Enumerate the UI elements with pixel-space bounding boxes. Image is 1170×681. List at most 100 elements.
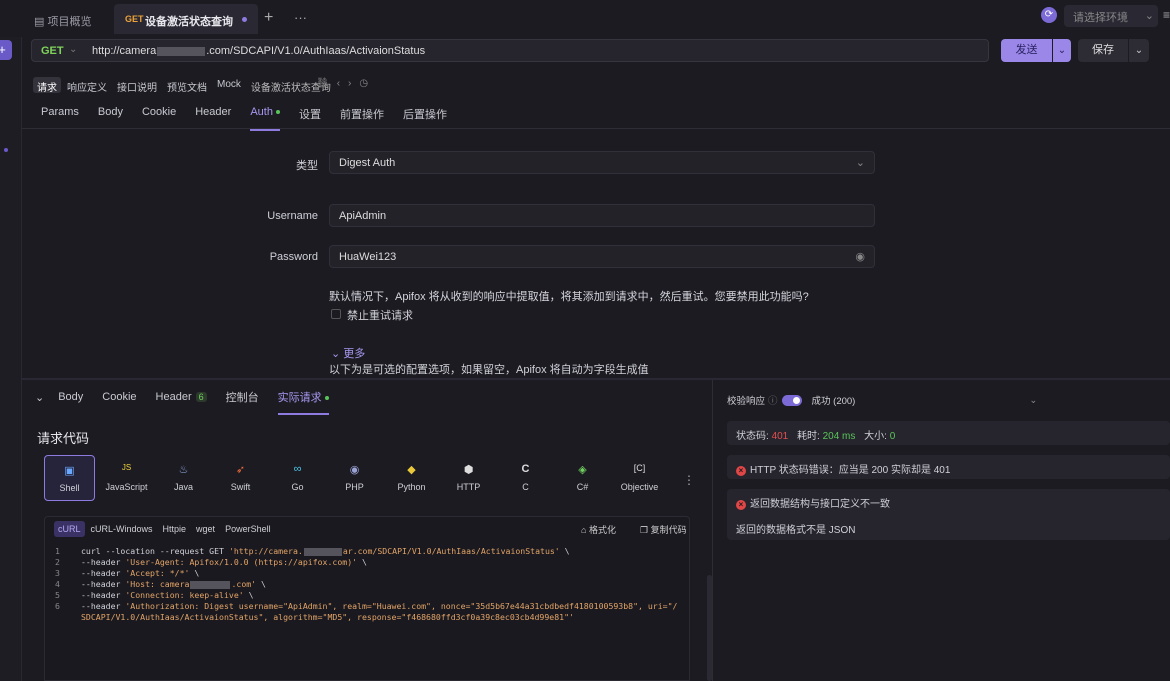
tab-header[interactable]: Header xyxy=(195,106,231,130)
url-bar[interactable]: GET ⌄ http://camera .com/SDCAPI/V1.0/Auth… xyxy=(31,39,989,62)
javascript-icon: JS xyxy=(121,463,132,472)
line-number: 6 xyxy=(55,601,60,611)
code-line: 4 --header 'Host: camera .com' \ xyxy=(55,579,266,589)
tab-res-cookie[interactable]: Cookie xyxy=(102,391,136,412)
save-dropdown-icon[interactable]: ⌄ xyxy=(1129,39,1149,62)
validate-response-row: 校验响应 ⓘ 成功 (200) ⌄ xyxy=(727,393,1037,407)
more-toggle[interactable]: ⌄ 更多 xyxy=(331,345,365,361)
variant-wget[interactable]: wget xyxy=(192,521,219,537)
chevron-down-icon[interactable]: ⌄ xyxy=(69,44,77,55)
tab-cookie[interactable]: Cookie xyxy=(142,106,176,130)
tab-pre-ops[interactable]: 前置操作 xyxy=(340,106,384,130)
send-button[interactable]: 发送 xyxy=(1001,39,1052,62)
copy-code-button[interactable]: ❐ 复制代码 xyxy=(640,523,687,536)
code-string: .com' xyxy=(231,579,257,589)
lang-go[interactable]: ∞ Go xyxy=(272,455,323,501)
variant-curl-windows[interactable]: cURL-Windows xyxy=(87,521,157,537)
lang-csharp[interactable]: ◈ C# xyxy=(557,455,608,501)
line-number: 4 xyxy=(55,579,60,589)
save-button[interactable]: 保存 xyxy=(1078,39,1128,62)
help-icon[interactable]: ⓘ xyxy=(768,393,778,407)
tab-settings[interactable]: 设置 xyxy=(299,106,321,130)
variant-powershell[interactable]: PowerShell xyxy=(221,521,275,537)
lang-http[interactable]: ⬢ HTTP xyxy=(443,455,494,501)
environment-select[interactable]: 请选择环境 ⌄ xyxy=(1064,5,1158,27)
tab-console[interactable]: 控制台 xyxy=(226,389,259,414)
lang-java[interactable]: ♨ Java xyxy=(158,455,209,501)
format-label: 格式化 xyxy=(588,525,616,535)
size-label: 大小: xyxy=(864,431,887,442)
disable-retry-label[interactable]: 禁止重试请求 xyxy=(347,307,413,323)
code-line: 3 --header 'Accept: */*' \ xyxy=(55,568,199,578)
tab-actual-request[interactable]: 实际请求 xyxy=(277,389,329,415)
format-icon: ⌂ xyxy=(581,525,587,535)
more-label: 更多 xyxy=(343,348,366,360)
param-tabs: Params Body Cookie Header Auth 设置 前置操作 后… xyxy=(41,106,466,131)
top-tab-bar: ▤ 项目概览 GET 设备激活状态查询 + ··· ⟳ 请选择环境 ⌄ ≡ xyxy=(0,0,1170,37)
go-icon: ∞ xyxy=(293,463,302,475)
more-languages-icon[interactable]: ⋮ xyxy=(683,473,695,487)
lang-shell[interactable]: ▣ Shell xyxy=(44,455,95,501)
subtab-mock[interactable]: Mock xyxy=(213,77,245,93)
lang-label: PHP xyxy=(345,482,364,492)
lang-python[interactable]: ◆ Python xyxy=(386,455,437,501)
link-icon[interactable]: ⛓ xyxy=(316,78,337,89)
variant-httpie[interactable]: Httpie xyxy=(159,521,191,537)
http-icon: ⬢ xyxy=(463,464,474,476)
tab-body[interactable]: Body xyxy=(98,106,123,130)
env-sync-icon[interactable]: ⟳ xyxy=(1041,7,1057,23)
subtab-response-def[interactable]: 响应定义 xyxy=(63,77,111,94)
tab-res-body[interactable]: Body xyxy=(58,391,83,412)
lang-label: C xyxy=(522,482,529,492)
add-button[interactable]: + xyxy=(0,40,12,60)
sidebar-dot-icon xyxy=(4,148,8,152)
lang-php[interactable]: ◉ PHP xyxy=(329,455,380,501)
subtab-api-desc[interactable]: 接口说明 xyxy=(113,77,161,94)
chevron-down-icon[interactable]: ⌄ xyxy=(1029,395,1037,406)
subtab-preview-doc[interactable]: 预览文档 xyxy=(163,77,211,94)
collapse-chevron-icon[interactable]: ⌄ xyxy=(35,391,44,413)
vertical-splitter[interactable] xyxy=(712,380,713,681)
lang-objective[interactable]: [C] Objective xyxy=(614,455,665,501)
eye-icon[interactable]: ◉ xyxy=(855,250,865,263)
code-line: 2 --header 'User-Agent: Apifox/1.0.0 (htt… xyxy=(55,557,367,567)
auth-type-value: Digest Auth xyxy=(339,157,396,169)
code-icon[interactable]: ‹› xyxy=(337,78,360,89)
active-dot-icon xyxy=(275,110,280,115)
tab-post-ops[interactable]: 后置操作 xyxy=(403,106,447,130)
validate-toggle[interactable] xyxy=(781,394,802,406)
history-icon[interactable]: ◷ xyxy=(359,78,376,89)
username-field[interactable]: ApiAdmin xyxy=(329,204,875,227)
more-tabs-icon[interactable]: ··· xyxy=(294,10,307,25)
tab-auth[interactable]: Auth xyxy=(250,106,280,131)
tab-project-overview[interactable]: ▤ 项目概览 xyxy=(34,13,91,29)
left-sidebar-strip xyxy=(0,37,22,681)
python-icon: ◆ xyxy=(407,464,416,476)
code-text: \ xyxy=(189,568,200,578)
new-tab-plus-icon[interactable]: + xyxy=(264,9,273,27)
tab-active-request[interactable]: GET 设备激活状态查询 xyxy=(114,4,258,34)
csharp-icon: ◈ xyxy=(578,464,587,476)
lang-c[interactable]: CC xyxy=(500,455,551,501)
lang-label: Go xyxy=(291,482,304,492)
tab-res-header-label: Header xyxy=(155,391,192,403)
tab-res-header[interactable]: Header 6 xyxy=(156,391,207,412)
lang-label: Objective xyxy=(620,482,659,492)
menu-icon[interactable]: ≡ xyxy=(1163,8,1170,22)
line-number: 2 xyxy=(55,557,60,567)
username-value: ApiAdmin xyxy=(339,210,387,222)
password-field[interactable]: HuaWei123 ◉ xyxy=(329,245,875,268)
variant-curl[interactable]: cURL xyxy=(54,521,85,537)
send-dropdown-icon[interactable]: ⌄ xyxy=(1053,39,1071,62)
disable-retry-checkbox[interactable] xyxy=(331,309,341,319)
url-input[interactable]: http://camera .com/SDCAPI/V1.0/AuthIaas/A… xyxy=(92,45,425,57)
password-value: HuaWei123 xyxy=(339,251,397,263)
lang-swift[interactable]: ➶ Swift xyxy=(215,455,266,501)
panel-splitter[interactable] xyxy=(22,378,1170,380)
tab-params[interactable]: Params xyxy=(41,106,79,130)
method-select[interactable]: GET xyxy=(41,45,64,57)
format-button[interactable]: ⌂ 格式化 xyxy=(581,523,616,536)
lang-javascript[interactable]: JS JavaScript xyxy=(101,455,152,501)
auth-type-select[interactable]: Digest Auth ⌄ xyxy=(329,151,875,174)
subtab-request[interactable]: 请求 xyxy=(33,77,61,94)
